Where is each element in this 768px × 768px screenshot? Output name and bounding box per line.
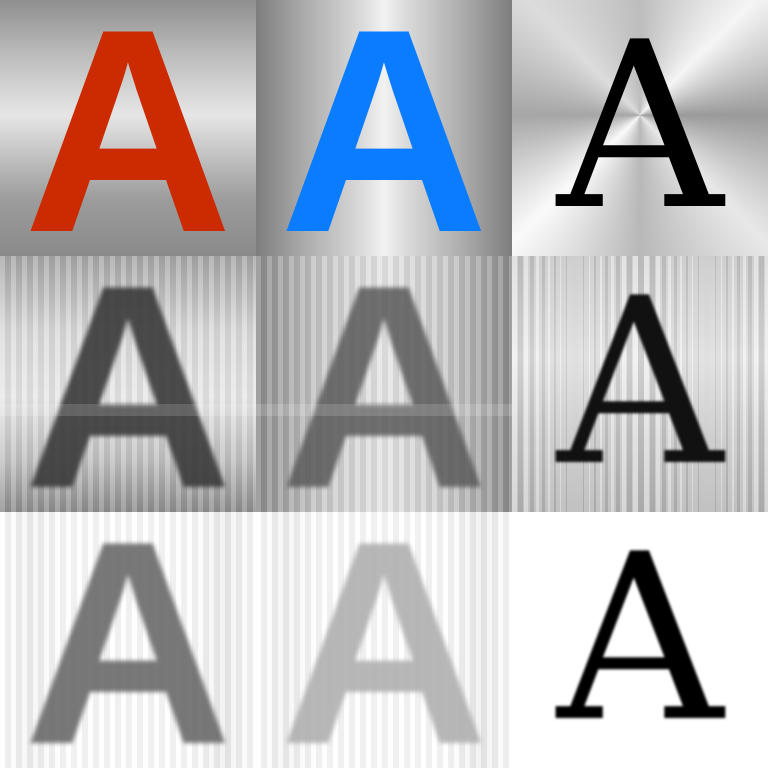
letter-a-serif-smeared-white: A — [556, 512, 724, 768]
tile-red-letter: A — [0, 0, 256, 256]
letter-a-red: A — [23, 0, 233, 256]
tile-serif-smeared-2: A — [512, 512, 768, 768]
tile-gray-letter-2: A — [256, 256, 512, 512]
tile-black-serif-letter: A — [512, 0, 768, 256]
letter-a-blue: A — [279, 0, 489, 256]
tile-light-gray-letter-1: A — [0, 512, 256, 768]
letter-a-black-serif: A — [556, 0, 724, 256]
tile-blue-letter: A — [256, 0, 512, 256]
tile-serif-smeared-1: A — [512, 256, 768, 512]
letter-a-smeared-dark: A — [23, 256, 233, 512]
letter-a-serif-smeared: A — [556, 256, 724, 512]
tile-light-gray-letter-2: A — [256, 512, 512, 768]
letter-a-smeared-mid: A — [279, 256, 489, 512]
tile-gray-letter-1: A — [0, 256, 256, 512]
image-grid: A A A A A A A A A — [0, 0, 768, 768]
letter-a-smeared-light: A — [279, 512, 489, 768]
letter-a-smeared-gray: A — [23, 512, 233, 768]
